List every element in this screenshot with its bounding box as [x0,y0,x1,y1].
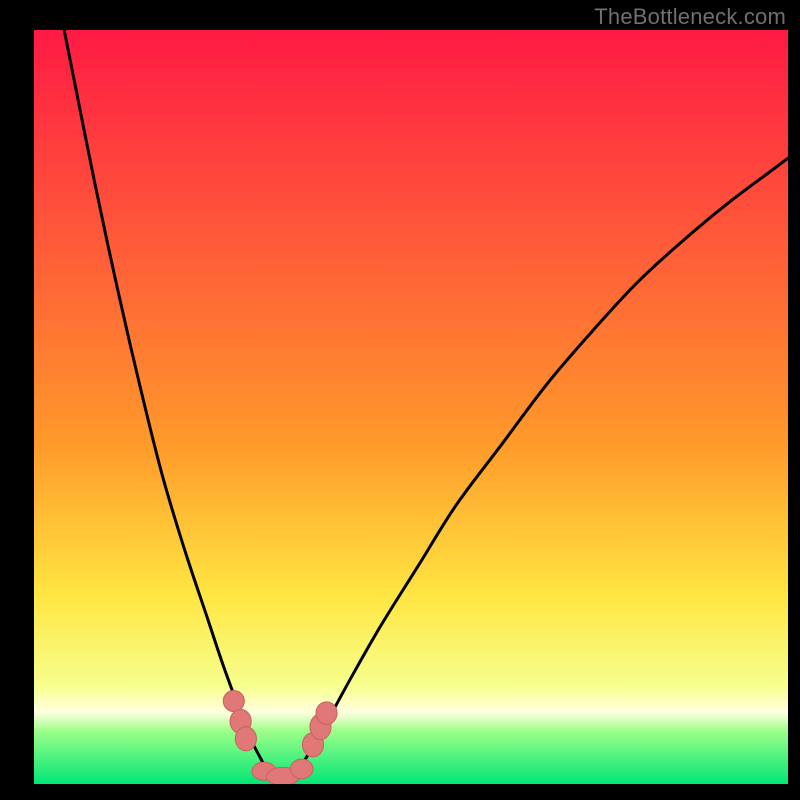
marker-point [290,759,313,779]
chart-frame: TheBottleneck.com [0,0,800,800]
marker-point [223,691,244,712]
marker-point [235,727,256,751]
watermark-text: TheBottleneck.com [594,4,786,30]
chart-plot [34,30,788,784]
plot-background [34,30,788,784]
chart-svg [34,30,788,784]
marker-point [316,702,337,725]
